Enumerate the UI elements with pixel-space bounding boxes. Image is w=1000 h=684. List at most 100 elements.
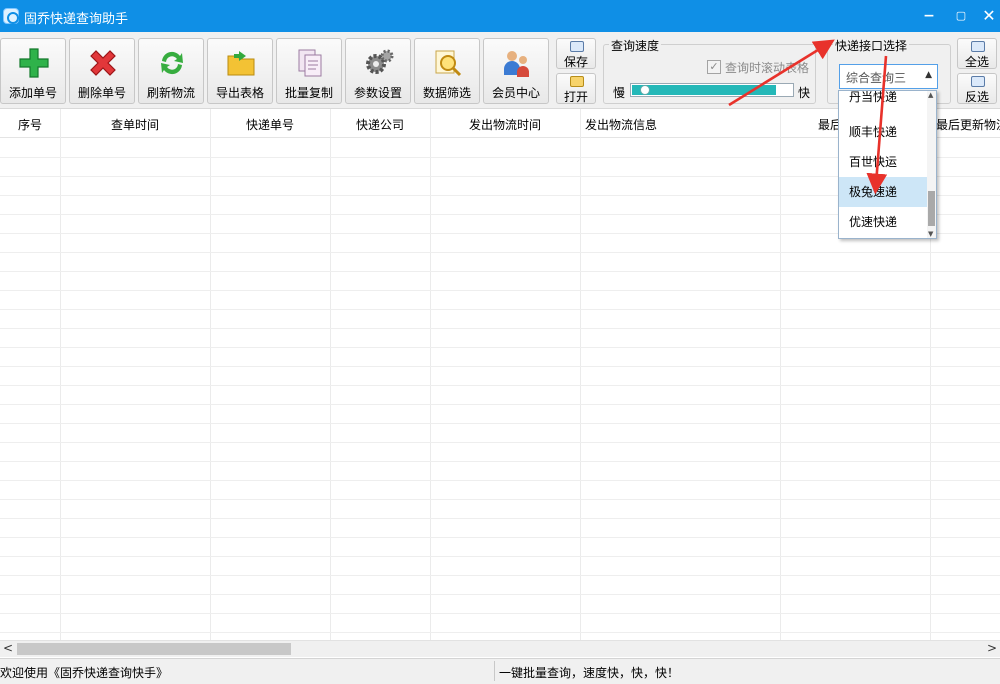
table-row xyxy=(0,594,1000,595)
table-row xyxy=(0,632,1000,633)
refresh-logistics-button[interactable]: 刷新物流 xyxy=(138,38,204,104)
column-divider xyxy=(330,109,331,641)
batch-copy-button[interactable]: 批量复制 xyxy=(276,38,342,104)
column-header-shipped-time[interactable]: 发出物流时间 xyxy=(430,116,580,133)
status-welcome-text: 欢迎使用《固乔快递查询快手》 xyxy=(0,666,169,680)
scroll-table-checkbox-label: 查询时滚动表格 xyxy=(725,61,810,75)
column-divider xyxy=(780,109,781,641)
column-header-last-updated[interactable]: 最后更新物流 xyxy=(936,116,1000,133)
column-header-index[interactable]: 序号 xyxy=(0,116,60,133)
api-select-value: 综合查询三 xyxy=(846,71,907,85)
window-title: 固乔快递查询助手 xyxy=(24,12,129,27)
search-filter-icon xyxy=(435,50,462,77)
api-select-combobox[interactable]: 综合查询三 ▲ xyxy=(839,64,938,89)
app-logo-icon xyxy=(3,8,19,24)
invert-selection-icon xyxy=(971,76,985,87)
scroll-right-icon[interactable]: > xyxy=(987,641,997,655)
query-speed-legend: 查询速度 xyxy=(609,37,662,54)
member-center-label: 会员中心 xyxy=(491,86,540,100)
column-header-courier[interactable]: 快递公司 xyxy=(330,116,430,133)
column-header-shipped-info[interactable]: 发出物流信息 xyxy=(585,116,657,133)
column-divider xyxy=(60,109,61,641)
refresh-logistics-label: 刷新物流 xyxy=(146,86,195,100)
table-row xyxy=(0,461,1000,462)
speed-slider[interactable] xyxy=(630,83,794,97)
table-row xyxy=(0,499,1000,500)
select-all-icon xyxy=(971,41,985,52)
open-label: 打开 xyxy=(563,90,588,104)
members-icon xyxy=(504,51,529,77)
dropdown-option-dandang[interactable]: 丹当快递 xyxy=(839,91,929,110)
settings-button[interactable]: 参数设置 xyxy=(345,38,411,104)
dropdown-option-baishi[interactable]: 百世快运 xyxy=(839,147,929,177)
table-row xyxy=(0,252,1000,253)
table-row xyxy=(0,328,1000,329)
column-divider xyxy=(580,109,581,641)
add-icon xyxy=(19,48,49,78)
dropdown-option-shunfeng[interactable]: 顺丰快递 xyxy=(839,117,929,147)
table-row xyxy=(0,366,1000,367)
save-icon xyxy=(570,41,584,52)
close-button[interactable]: ✕ xyxy=(972,0,1000,32)
delete-number-label: 删除单号 xyxy=(77,86,126,100)
add-number-label: 添加单号 xyxy=(8,86,57,100)
refresh-icon xyxy=(161,51,183,75)
select-all-label: 全选 xyxy=(964,55,989,69)
table-row xyxy=(0,290,1000,291)
select-all-button[interactable]: 全选 xyxy=(957,38,997,69)
horizontal-scrollbar-thumb[interactable] xyxy=(17,643,291,655)
scroll-table-checkbox[interactable]: ✓ xyxy=(707,60,721,74)
minimize-button[interactable]: − xyxy=(912,0,946,32)
table-row xyxy=(0,385,1000,386)
export-folder-icon xyxy=(227,51,255,76)
delete-number-button[interactable]: 删除单号 xyxy=(69,38,135,104)
settings-label: 参数设置 xyxy=(353,86,402,100)
save-button[interactable]: 保存 xyxy=(556,38,596,69)
add-number-button[interactable]: 添加单号 xyxy=(0,38,66,104)
dropdown-arrow-icon[interactable]: ▲ xyxy=(925,70,932,80)
table-row xyxy=(0,309,1000,310)
table-row xyxy=(0,518,1000,519)
dropdown-scrollbar-thumb[interactable] xyxy=(928,191,935,226)
batch-copy-label: 批量复制 xyxy=(284,86,333,100)
open-button[interactable]: 打开 xyxy=(556,73,596,104)
table-row xyxy=(0,575,1000,576)
data-filter-label: 数据筛选 xyxy=(422,86,471,100)
column-divider xyxy=(430,109,431,641)
delete-icon xyxy=(90,50,116,76)
invert-selection-button[interactable]: 反选 xyxy=(957,73,997,104)
speed-slider-thumb[interactable] xyxy=(640,85,650,95)
api-dropdown-list: 丹当快递 顺丰快递 百世快运 极兔速递 优速快递 ▲ ▼ xyxy=(838,90,937,239)
copy-icon xyxy=(298,49,322,77)
export-table-button[interactable]: 导出表格 xyxy=(207,38,273,104)
horizontal-scrollbar[interactable]: < > xyxy=(0,640,1000,657)
table-row xyxy=(0,556,1000,557)
scroll-down-icon[interactable]: ▼ xyxy=(928,230,933,238)
status-bar: 欢迎使用《固乔快递查询快手》 一键批量查询，速度快，快，快！ xyxy=(0,658,1000,684)
table-row xyxy=(0,271,1000,272)
table-row xyxy=(0,480,1000,481)
title-bar: 固乔快递查询助手 − ▢ ✕ xyxy=(0,0,1000,32)
column-header-tracking-number[interactable]: 快递单号 xyxy=(210,116,330,133)
column-header-query-time[interactable]: 查单时间 xyxy=(60,116,210,133)
dropdown-option-yousu[interactable]: 优速快递 xyxy=(839,207,929,237)
table-row xyxy=(0,404,1000,405)
scroll-left-icon[interactable]: < xyxy=(3,641,13,655)
status-slogan-text: 一键批量查询，速度快，快，快！ xyxy=(499,666,680,680)
scroll-up-icon[interactable]: ▲ xyxy=(928,91,933,99)
member-center-button[interactable]: 会员中心 xyxy=(483,38,549,104)
dropdown-option-jitu[interactable]: 极兔速递 xyxy=(839,177,929,207)
speed-slider-fill xyxy=(632,85,776,95)
open-folder-icon xyxy=(570,76,584,87)
fast-label: 快 xyxy=(798,86,811,100)
save-label: 保存 xyxy=(563,55,588,69)
api-select-legend: 快递接口选择 xyxy=(833,37,910,54)
table-row xyxy=(0,613,1000,614)
data-filter-button[interactable]: 数据筛选 xyxy=(414,38,480,104)
column-divider xyxy=(210,109,211,641)
slow-label: 慢 xyxy=(613,86,626,100)
dropdown-scrollbar[interactable]: ▲ ▼ xyxy=(927,91,936,238)
table-row xyxy=(0,347,1000,348)
table-row xyxy=(0,537,1000,538)
gear-icon xyxy=(366,49,394,74)
